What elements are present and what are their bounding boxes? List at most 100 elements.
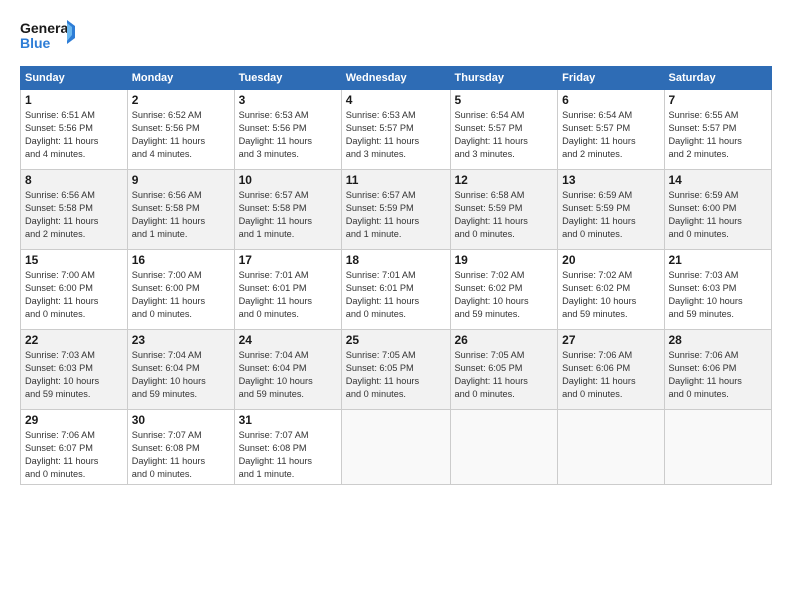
day-info: Sunrise: 7:05 AMSunset: 6:05 PMDaylight:… xyxy=(455,349,554,401)
day-info: Sunrise: 7:03 AMSunset: 6:03 PMDaylight:… xyxy=(25,349,123,401)
calendar-cell: 7Sunrise: 6:55 AMSunset: 5:57 PMDaylight… xyxy=(664,90,772,170)
col-thursday: Thursday xyxy=(450,67,558,90)
day-info: Sunrise: 7:04 AMSunset: 6:04 PMDaylight:… xyxy=(132,349,230,401)
calendar-cell: 4 Sunrise: 6:53 AMSunset: 5:57 PMDaylight… xyxy=(341,90,450,170)
day-info: Sunrise: 6:53 AMSunset: 5:56 PMDaylight:… xyxy=(239,109,337,161)
day-number: 19 xyxy=(455,253,554,267)
day-info: Sunrise: 6:59 AMSunset: 6:00 PMDaylight:… xyxy=(669,189,768,241)
calendar-cell: 30Sunrise: 7:07 AMSunset: 6:08 PMDayligh… xyxy=(127,410,234,485)
day-number: 3 xyxy=(239,93,337,107)
calendar-cell: 19 Sunrise: 7:02 AMSunset: 6:02 PMDayligh… xyxy=(450,250,558,330)
col-wednesday: Wednesday xyxy=(341,67,450,90)
day-number: 26 xyxy=(455,333,554,347)
day-info: Sunrise: 6:57 AMSunset: 5:58 PMDaylight:… xyxy=(239,189,337,241)
day-number: 8 xyxy=(25,173,123,187)
calendar-cell: 9Sunrise: 6:56 AMSunset: 5:58 PMDaylight… xyxy=(127,170,234,250)
calendar-cell: 1Sunrise: 6:51 AMSunset: 5:56 PMDaylight… xyxy=(21,90,128,170)
day-info: Sunrise: 6:54 AMSunset: 5:57 PMDaylight:… xyxy=(455,109,554,161)
day-info: Sunrise: 6:57 AMSunset: 5:59 PMDaylight:… xyxy=(346,189,446,241)
day-info: Sunrise: 7:02 AMSunset: 6:02 PMDaylight:… xyxy=(562,269,659,321)
week-row-3: 15 Sunrise: 7:00 AMSunset: 6:00 PMDayligh… xyxy=(21,250,772,330)
day-number: 12 xyxy=(455,173,554,187)
day-number: 6 xyxy=(562,93,659,107)
day-info: Sunrise: 7:06 AMSunset: 6:06 PMDaylight:… xyxy=(669,349,768,401)
day-info: Sunrise: 6:58 AMSunset: 5:59 PMDaylight:… xyxy=(455,189,554,241)
day-number: 15 xyxy=(25,253,123,267)
page: General Blue Sunday Monday Tuesday Wedne… xyxy=(0,0,792,612)
week-row-5: 29Sunrise: 7:06 AMSunset: 6:07 PMDayligh… xyxy=(21,410,772,485)
day-info: Sunrise: 7:00 AMSunset: 6:00 PMDaylight:… xyxy=(25,269,123,321)
calendar-cell xyxy=(341,410,450,485)
svg-text:General: General xyxy=(20,20,72,36)
day-info: Sunrise: 7:01 AMSunset: 6:01 PMDaylight:… xyxy=(346,269,446,321)
col-sunday: Sunday xyxy=(21,67,128,90)
day-number: 1 xyxy=(25,93,123,107)
calendar-cell: 2 Sunrise: 6:52 AMSunset: 5:56 PMDaylight… xyxy=(127,90,234,170)
calendar-cell: 31 Sunrise: 7:07 AMSunset: 6:08 PMDayligh… xyxy=(234,410,341,485)
svg-text:Blue: Blue xyxy=(20,35,51,51)
calendar-cell: 6 Sunrise: 6:54 AMSunset: 5:57 PMDaylight… xyxy=(558,90,664,170)
calendar-cell: 23 Sunrise: 7:04 AMSunset: 6:04 PMDayligh… xyxy=(127,330,234,410)
logo-svg: General Blue xyxy=(20,18,75,56)
day-number: 29 xyxy=(25,413,123,427)
day-info: Sunrise: 6:52 AMSunset: 5:56 PMDaylight:… xyxy=(132,109,230,161)
calendar-cell: 5Sunrise: 6:54 AMSunset: 5:57 PMDaylight… xyxy=(450,90,558,170)
calendar-cell: 18 Sunrise: 7:01 AMSunset: 6:01 PMDayligh… xyxy=(341,250,450,330)
calendar-cell: 22 Sunrise: 7:03 AMSunset: 6:03 PMDayligh… xyxy=(21,330,128,410)
day-info: Sunrise: 6:55 AMSunset: 5:57 PMDaylight:… xyxy=(669,109,768,161)
day-number: 2 xyxy=(132,93,230,107)
day-number: 27 xyxy=(562,333,659,347)
day-number: 18 xyxy=(346,253,446,267)
day-number: 23 xyxy=(132,333,230,347)
col-monday: Monday xyxy=(127,67,234,90)
day-number: 20 xyxy=(562,253,659,267)
calendar-table: Sunday Monday Tuesday Wednesday Thursday… xyxy=(20,66,772,485)
calendar-cell: 20 Sunrise: 7:02 AMSunset: 6:02 PMDayligh… xyxy=(558,250,664,330)
day-info: Sunrise: 7:00 AMSunset: 6:00 PMDaylight:… xyxy=(132,269,230,321)
calendar-cell: 14 Sunrise: 6:59 AMSunset: 6:00 PMDayligh… xyxy=(664,170,772,250)
day-info: Sunrise: 7:07 AMSunset: 6:08 PMDaylight:… xyxy=(239,429,337,481)
calendar-cell: 10 Sunrise: 6:57 AMSunset: 5:58 PMDayligh… xyxy=(234,170,341,250)
day-number: 10 xyxy=(239,173,337,187)
day-info: Sunrise: 7:02 AMSunset: 6:02 PMDaylight:… xyxy=(455,269,554,321)
day-number: 14 xyxy=(669,173,768,187)
day-info: Sunrise: 7:07 AMSunset: 6:08 PMDaylight:… xyxy=(132,429,230,481)
col-tuesday: Tuesday xyxy=(234,67,341,90)
day-number: 13 xyxy=(562,173,659,187)
col-friday: Friday xyxy=(558,67,664,90)
day-number: 31 xyxy=(239,413,337,427)
calendar-cell: 25 Sunrise: 7:05 AMSunset: 6:05 PMDayligh… xyxy=(341,330,450,410)
header: General Blue xyxy=(20,18,772,56)
calendar-cell: 26 Sunrise: 7:05 AMSunset: 6:05 PMDayligh… xyxy=(450,330,558,410)
calendar-cell: 3 Sunrise: 6:53 AMSunset: 5:56 PMDaylight… xyxy=(234,90,341,170)
day-number: 21 xyxy=(669,253,768,267)
calendar-cell: 8Sunrise: 6:56 AMSunset: 5:58 PMDaylight… xyxy=(21,170,128,250)
logo: General Blue xyxy=(20,18,75,56)
day-info: Sunrise: 6:54 AMSunset: 5:57 PMDaylight:… xyxy=(562,109,659,161)
day-number: 11 xyxy=(346,173,446,187)
calendar-cell xyxy=(664,410,772,485)
day-number: 22 xyxy=(25,333,123,347)
day-info: Sunrise: 7:05 AMSunset: 6:05 PMDaylight:… xyxy=(346,349,446,401)
calendar-cell: 21 Sunrise: 7:03 AMSunset: 6:03 PMDayligh… xyxy=(664,250,772,330)
calendar-cell xyxy=(450,410,558,485)
week-row-1: 1Sunrise: 6:51 AMSunset: 5:56 PMDaylight… xyxy=(21,90,772,170)
calendar-cell: 15 Sunrise: 7:00 AMSunset: 6:00 PMDayligh… xyxy=(21,250,128,330)
day-info: Sunrise: 7:06 AMSunset: 6:06 PMDaylight:… xyxy=(562,349,659,401)
calendar-cell: 12 Sunrise: 6:58 AMSunset: 5:59 PMDayligh… xyxy=(450,170,558,250)
calendar-cell: 13Sunrise: 6:59 AMSunset: 5:59 PMDayligh… xyxy=(558,170,664,250)
day-number: 25 xyxy=(346,333,446,347)
day-number: 4 xyxy=(346,93,446,107)
calendar-cell: 29Sunrise: 7:06 AMSunset: 6:07 PMDayligh… xyxy=(21,410,128,485)
day-info: Sunrise: 6:53 AMSunset: 5:57 PMDaylight:… xyxy=(346,109,446,161)
week-row-2: 8Sunrise: 6:56 AMSunset: 5:58 PMDaylight… xyxy=(21,170,772,250)
col-saturday: Saturday xyxy=(664,67,772,90)
calendar-cell: 27 Sunrise: 7:06 AMSunset: 6:06 PMDayligh… xyxy=(558,330,664,410)
day-info: Sunrise: 7:03 AMSunset: 6:03 PMDaylight:… xyxy=(669,269,768,321)
day-number: 28 xyxy=(669,333,768,347)
calendar-cell: 17Sunrise: 7:01 AMSunset: 6:01 PMDayligh… xyxy=(234,250,341,330)
day-number: 24 xyxy=(239,333,337,347)
calendar-cell: 28 Sunrise: 7:06 AMSunset: 6:06 PMDayligh… xyxy=(664,330,772,410)
day-info: Sunrise: 7:04 AMSunset: 6:04 PMDaylight:… xyxy=(239,349,337,401)
header-row: Sunday Monday Tuesday Wednesday Thursday… xyxy=(21,67,772,90)
